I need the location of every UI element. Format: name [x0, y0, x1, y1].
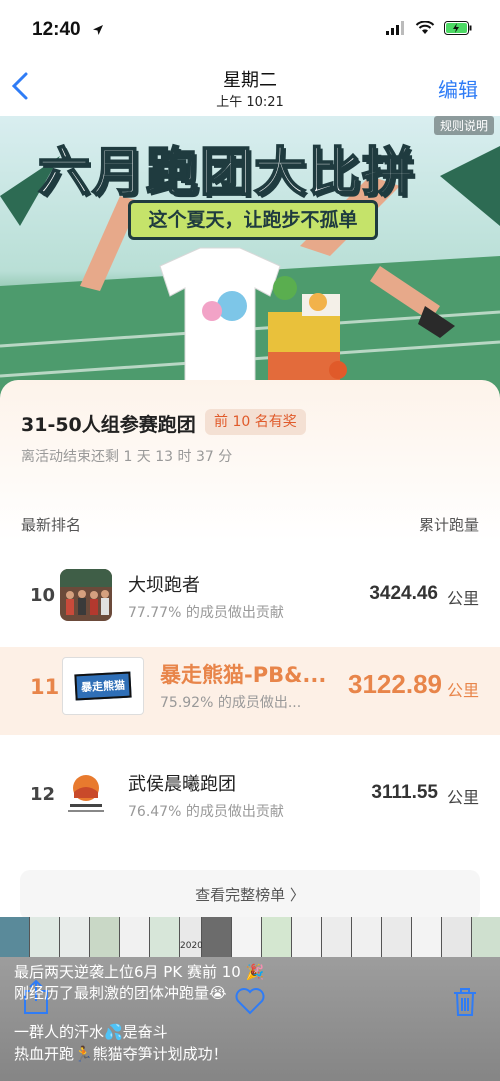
ranking-row-current-team[interactable]: 11 暴走熊猫 暴走熊猫-PB&... 75.92% 的成员做出... 3122… [0, 647, 500, 735]
thumbnail[interactable] [232, 917, 262, 957]
photo-filmstrip[interactable]: 2020 [0, 917, 500, 957]
contribution-text: 75.92% 的成员做出... [160, 695, 302, 711]
thumbnail[interactable] [90, 917, 120, 957]
contribution-text: 77.77% 的成员做出贡献 [128, 605, 284, 621]
thumbnail[interactable] [30, 917, 60, 957]
row-rank: 10 [30, 585, 56, 606]
wifi-icon [415, 21, 435, 34]
ranking-row[interactable]: 12 武侯晨曦跑团 76.47% 的成员做出贡献 3111.55 公里 [0, 756, 500, 842]
thumbnail[interactable] [412, 917, 442, 957]
distance-unit: 公里 [446, 589, 479, 608]
thumbnail[interactable] [352, 917, 382, 957]
event-banner: 六月跑团大比拼 这个夏天，让跑步不孤单 规则说明 [0, 116, 500, 398]
team-avatar [60, 569, 112, 621]
banner-slogan: 这个夏天，让跑步不孤单 [128, 200, 378, 240]
countdown-text: 离活动结束还剩 1 天 13 时 37 分 [21, 449, 233, 465]
thumbnail[interactable] [202, 917, 232, 957]
status-time: 12:40 [32, 19, 81, 40]
team-avatar: 暴走熊猫 [62, 657, 144, 715]
view-full-ranking-button[interactable]: 查看完整榜单 〉 [20, 870, 480, 920]
nav-subtitle: 上午 10:21 [216, 95, 284, 110]
row-rank: 11 [30, 675, 60, 699]
rules-link[interactable]: 规则说明 [433, 116, 494, 135]
navigation-bar: 星期二 上午 10:21 编辑 [0, 62, 500, 116]
nav-title: 星期二 [223, 70, 277, 91]
caption-line-3: 一群人的汗水💦是奋斗 [14, 1023, 168, 1041]
heart-icon[interactable] [234, 987, 266, 1015]
team-name: 暴走熊猫-PB&... [160, 663, 327, 687]
caption-line-1: 最后两天逆袭上位6月 PK 赛前 10 🎉 [14, 963, 265, 981]
thumbnail[interactable] [150, 917, 180, 957]
location-arrow-icon [93, 25, 103, 35]
caption-line-2: 刚经历了最刺激的团体冲跑量😭 [14, 984, 227, 1002]
row-rank: 12 [30, 784, 56, 805]
distance-column-header: 累计跑量 [418, 516, 479, 534]
thumbnail[interactable] [120, 917, 150, 957]
thumbnail[interactable] [60, 917, 90, 957]
signal-icon [386, 21, 404, 35]
group-title: 31-50人组参赛跑团 [21, 414, 196, 436]
thumbnail[interactable] [322, 917, 352, 957]
ranking-card: 31-50人组参赛跑团 前 10 名有奖 离活动结束还剩 1 天 13 时 37… [0, 380, 500, 920]
trash-icon[interactable] [452, 987, 478, 1017]
caption-overlay: 最后两天逆袭上位6月 PK 赛前 10 🎉 刚经历了最刺激的团体冲跑量😭 一群人… [0, 957, 500, 1081]
avatar-logo-text: 暴走熊猫 [74, 671, 132, 701]
banner-title: 六月跑团大比拼 [37, 142, 417, 204]
thumbnail-year[interactable]: 2020 [180, 917, 203, 957]
contribution-text: 76.47% 的成员做出贡献 [128, 804, 284, 820]
ranking-row[interactable]: 10 大坝跑者 77.77% 的成员做出贡献 3424.46 公里 [0, 557, 500, 643]
distance-value: 3122.89 [348, 669, 442, 699]
team-name: 大坝跑者 [128, 575, 200, 596]
thumbnail[interactable] [442, 917, 472, 957]
distance-value: 3424.46 [369, 583, 438, 604]
distance-unit: 公里 [446, 788, 479, 807]
thumbnail[interactable] [382, 917, 412, 957]
edit-button[interactable]: 编辑 [438, 74, 478, 103]
thumbnail[interactable] [292, 917, 322, 957]
thumbnail[interactable] [262, 917, 292, 957]
distance-value: 3111.55 [371, 782, 438, 803]
thumbnail[interactable] [0, 917, 30, 957]
thumbnail[interactable] [472, 917, 500, 957]
distance-unit: 公里 [446, 681, 479, 700]
battery-icon [444, 21, 472, 35]
status-icons [386, 21, 472, 35]
team-name: 武侯晨曦跑团 [128, 774, 236, 795]
status-bar: 12:40 [0, 0, 500, 62]
rank-column-header: 最新排名 [21, 516, 82, 534]
prize-badge: 前 10 名有奖 [205, 409, 306, 435]
caption-line-4: 热血开跑🏃熊猫夺笋计划成功！ [14, 1045, 228, 1063]
team-avatar [60, 768, 112, 820]
